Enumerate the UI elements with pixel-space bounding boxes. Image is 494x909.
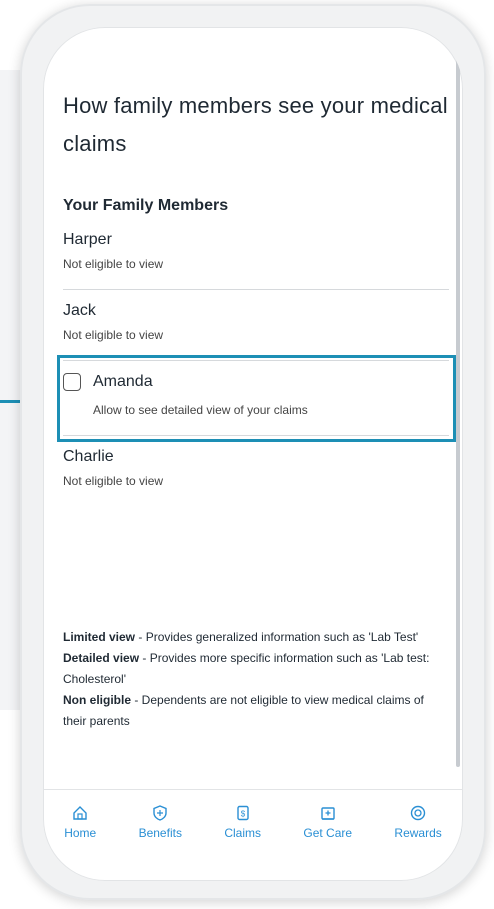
legend-noneligible: Non eligible - Dependents are not eligib…: [63, 690, 449, 732]
tab-label: Claims: [224, 826, 261, 840]
legend-term: Limited view: [63, 630, 136, 644]
member-jack: Jack Not eligible to view: [63, 300, 449, 361]
tab-rewards[interactable]: Rewards: [394, 804, 442, 840]
svg-text:$: $: [240, 810, 245, 819]
legend-detailed: Detailed view - Provides more specific i…: [63, 648, 449, 690]
tab-claims[interactable]: $ Claims: [224, 804, 261, 840]
section-title: Your Family Members: [63, 197, 229, 214]
member-status: Not eligible to view: [63, 328, 164, 342]
member-charlie: Charlie Not eligible to view: [63, 446, 449, 488]
tab-home[interactable]: Home: [64, 804, 96, 840]
member-harper: Harper Not eligible to view: [63, 229, 449, 290]
member-name: Jack: [63, 302, 96, 319]
tab-benefits[interactable]: Benefits: [139, 804, 182, 840]
view-legend: Limited view - Provides generalized info…: [63, 627, 449, 732]
legend-term: Detailed view: [63, 651, 140, 665]
hospital-icon: [319, 804, 337, 822]
tab-get-care[interactable]: Get Care: [303, 804, 352, 840]
tab-label: Get Care: [303, 826, 353, 840]
document-dollar-icon: $: [234, 804, 252, 822]
tab-label: Home: [64, 826, 97, 840]
member-name: Harper: [63, 231, 112, 248]
tab-label: Benefits: [138, 826, 182, 840]
legend-description: - Provides generalized information such …: [135, 630, 419, 644]
legend-limited: Limited view - Provides generalized info…: [63, 627, 449, 648]
home-icon: [71, 804, 89, 822]
bottom-tab-bar: Home Benefits $ Claims Get Care Rewards: [43, 789, 463, 857]
member-name: Charlie: [63, 448, 114, 465]
tab-label: Rewards: [394, 826, 442, 840]
divider: [63, 289, 449, 290]
legend-term: Non eligible: [63, 693, 132, 707]
highlight-box: [57, 355, 456, 442]
target-icon: [409, 804, 427, 822]
member-status: Not eligible to view: [63, 257, 164, 271]
shield-icon: [151, 804, 169, 822]
member-status: Not eligible to view: [63, 474, 164, 488]
scrollbar[interactable]: [456, 57, 460, 767]
page-title: How family members see your medical clai…: [63, 93, 448, 156]
phone-screen: How family members see your medical clai…: [43, 27, 463, 881]
